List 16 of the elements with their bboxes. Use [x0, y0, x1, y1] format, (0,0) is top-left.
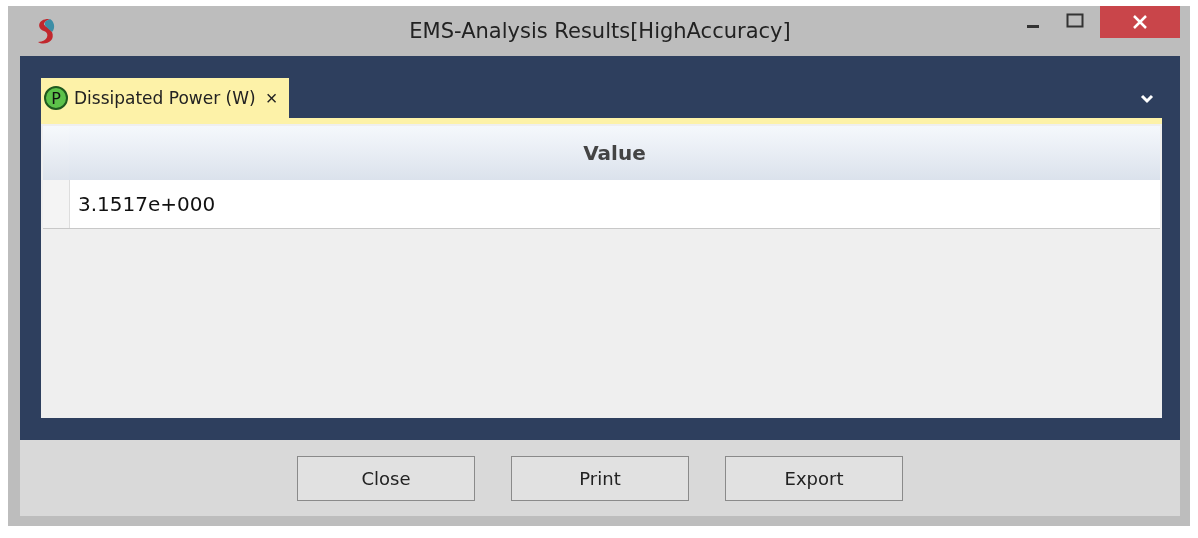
- minimize-icon: [1027, 24, 1039, 28]
- maximize-icon: [1066, 13, 1084, 29]
- table-cell: 3.1517e+000: [70, 180, 1160, 228]
- column-header[interactable]: Value: [69, 126, 1160, 180]
- dialog-button[interactable]: Close: [297, 455, 475, 501]
- close-icon: [1132, 14, 1148, 30]
- window-title: EMS-Analysis Results[HighAccuracy]: [409, 19, 791, 43]
- tab-label: Dissipated Power (W): [74, 88, 256, 108]
- tab-badge: P: [44, 86, 68, 110]
- dialog-button[interactable]: Export: [725, 455, 903, 501]
- tab-close-button[interactable]: ×: [261, 86, 282, 110]
- result-tab[interactable]: P Dissipated Power (W) ×: [41, 78, 290, 118]
- dialog-button[interactable]: Print: [511, 455, 689, 501]
- grid-corner: [43, 126, 69, 180]
- chevron-down-icon[interactable]: [1140, 94, 1154, 104]
- close-window-button[interactable]: [1100, 6, 1180, 38]
